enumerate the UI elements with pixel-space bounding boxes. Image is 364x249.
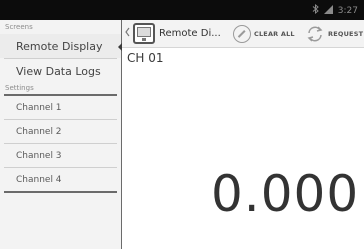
settings-header: Settings [5,84,34,92]
action-bar: Remote Di... CLEAR ALL REQUEST [122,20,364,48]
request-button[interactable]: REQUEST [305,23,363,45]
section-divider [4,191,117,193]
status-icons: 3:27 [312,3,358,18]
request-label: REQUEST [328,30,364,38]
monitor-screen-icon [137,27,151,37]
sidebar-item-label: Channel 3 [16,150,62,161]
signal-icon [323,4,333,18]
sidebar-item-label: View Data Logs [16,64,101,78]
sidebar-item-label: Remote Display [16,39,103,53]
channel-value: 0.000 [211,165,360,223]
navigation-drawer: Screens Remote Display View Data Logs Se… [0,20,122,249]
sidebar-item-channel-1[interactable]: Channel 1 [0,96,121,119]
clear-icon [233,25,251,43]
screens-header: Screens [5,23,33,31]
status-bar: 3:27 [0,0,364,20]
bluetooth-icon [312,3,319,18]
sidebar-item-channel-2[interactable]: Channel 2 [0,120,121,143]
action-bar-title: Remote Di... [159,28,221,39]
clear-all-label: CLEAR ALL [254,30,295,38]
remote-display-panel: CH 01 0.000 [123,49,364,249]
refresh-icon [305,25,325,43]
sidebar-item-label: Channel 1 [16,102,62,113]
sidebar-item-remote-display[interactable]: Remote Display [0,34,122,58]
chevron-left-icon[interactable] [125,27,130,40]
sidebar-item-view-data-logs[interactable]: View Data Logs [0,59,121,83]
clear-all-button[interactable]: CLEAR ALL [233,23,295,45]
sidebar-item-channel-3[interactable]: Channel 3 [0,144,121,167]
app-icon[interactable] [133,23,155,44]
status-time: 3:27 [337,5,358,16]
sidebar-item-channel-4[interactable]: Channel 4 [0,168,121,191]
monitor-base-icon [142,38,146,41]
sidebar-item-label: Channel 4 [16,174,62,185]
channel-label: CH 01 [127,51,164,65]
sidebar-item-label: Channel 2 [16,126,62,137]
